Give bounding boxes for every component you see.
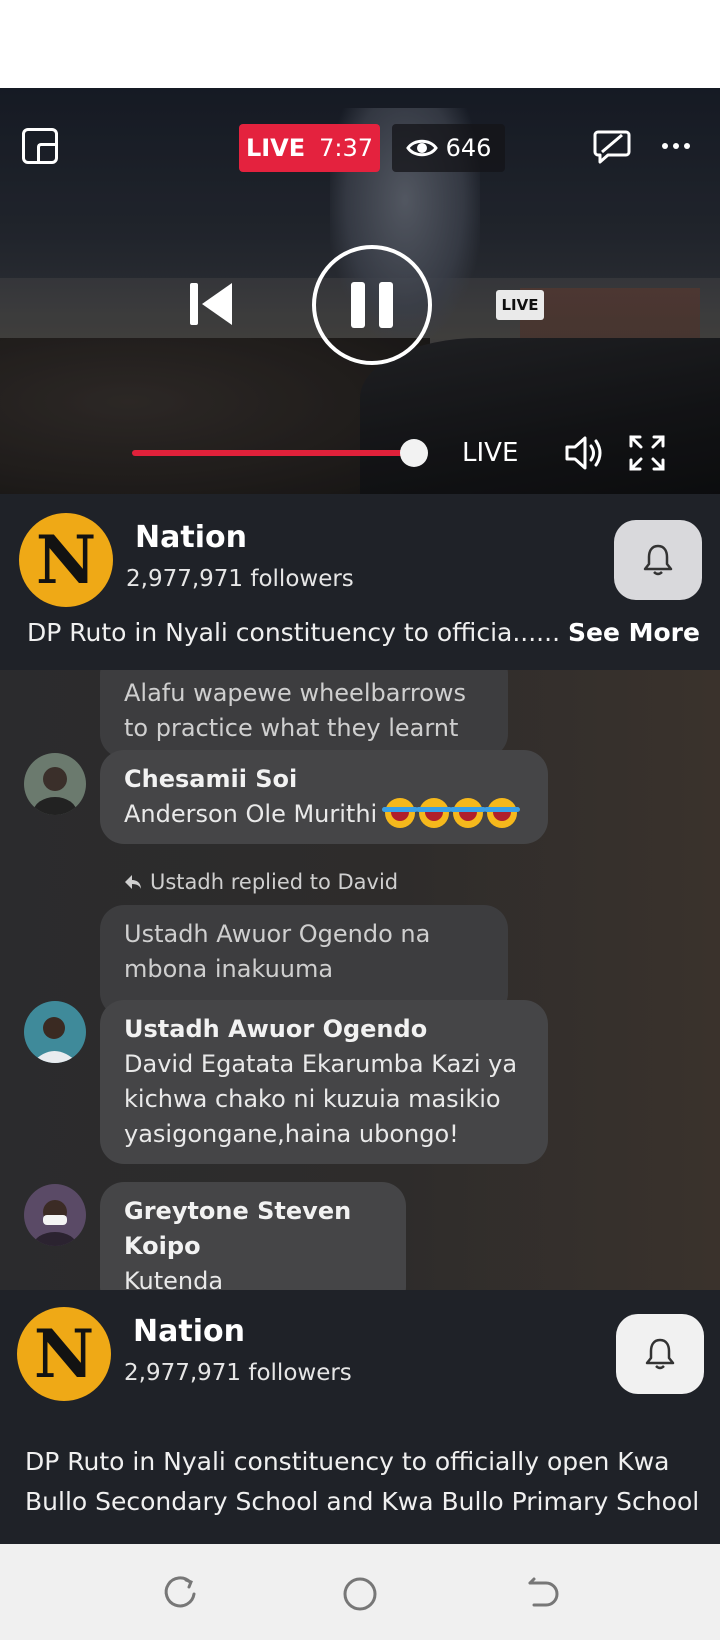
pause-icon-bar (351, 282, 365, 328)
more-options-icon[interactable] (660, 134, 692, 158)
avatar[interactable] (24, 753, 86, 815)
recent-apps-icon[interactable] (160, 1574, 200, 1614)
quoted-comment-text: Ustadh Awuor Ogendo na mbona inakuuma (124, 920, 431, 983)
comment-bubble: Greytone Steven Koipo Kutenda (100, 1182, 406, 1290)
avatar[interactable] (24, 1184, 86, 1246)
description-text: DP Ruto in Nyali constituency to officia… (27, 618, 561, 647)
channel-header: N Nation 2,977,971 followers DP Ruto in … (0, 494, 720, 670)
comment-bubble: Ustadh Awuor Ogendo David Egatata Ekarum… (100, 1000, 548, 1164)
comment-text: Anderson Ole Murithi (124, 800, 378, 828)
previous-icon[interactable] (190, 281, 232, 327)
picture-in-picture-icon[interactable] (22, 128, 58, 164)
back-icon[interactable] (520, 1574, 560, 1614)
reply-note: Ustadh replied to David (124, 870, 398, 894)
channel-name[interactable]: Nation (133, 1314, 245, 1349)
description-truncated: DP Ruto in Nyali constituency to officia… (27, 618, 700, 647)
eye-icon (405, 139, 438, 157)
progress-bar[interactable] (132, 450, 414, 456)
comments-off-icon[interactable] (592, 126, 632, 166)
progress-scrubber[interactable] (400, 439, 428, 467)
volume-icon[interactable] (564, 433, 606, 473)
avatar[interactable] (24, 1001, 86, 1063)
system-nav-bar (0, 1544, 720, 1640)
comment-author[interactable]: Chesamii Soi (124, 762, 524, 797)
comment-text: David Egatata Ekarumba Kazi ya kichwa ch… (124, 1050, 518, 1148)
comment-text: Kutenda (124, 1267, 224, 1290)
video-player[interactable]: LIVE 7:37 646 LIVE LIVE (0, 88, 720, 494)
viewer-count-badge: 646 (392, 124, 505, 172)
comment-author[interactable]: Greytone Steven Koipo (124, 1194, 382, 1264)
comment-bubble: Alafu wapewe wheelbarrows to practice wh… (100, 670, 508, 758)
home-icon[interactable] (340, 1574, 380, 1614)
channel-followers: 2,977,971 followers (124, 1360, 352, 1386)
go-live-tag[interactable]: LIVE (496, 290, 544, 320)
bell-icon (643, 544, 673, 576)
comment-author[interactable]: Ustadh Awuor Ogendo (124, 1012, 524, 1047)
fullscreen-icon[interactable] (628, 434, 666, 472)
channel-name[interactable]: Nation (135, 520, 247, 555)
comment-bubble: Chesamii Soi Anderson Ole Murithi (100, 750, 548, 844)
channel-info-footer: N Nation 2,977,971 followers DP Ruto in … (0, 1290, 720, 1544)
live-badge: LIVE 7:37 (239, 124, 380, 172)
live-label: LIVE (245, 134, 306, 162)
follow-bell-button[interactable] (614, 520, 702, 600)
video-description: DP Ruto in Nyali constituency to officia… (25, 1447, 700, 1516)
channel-logo[interactable]: N (17, 1307, 111, 1401)
comment-text: Alafu wapewe wheelbarrows to practice wh… (124, 679, 467, 742)
live-duration: 7:37 (319, 134, 374, 162)
progress-live-label: LIVE (462, 438, 519, 468)
laugh-emoji-icon (381, 798, 521, 828)
pause-icon-bar (379, 282, 393, 328)
reply-note-text: Ustadh replied to David (150, 870, 399, 894)
follow-bell-button[interactable] (616, 1314, 704, 1394)
see-more-link[interactable]: See More (568, 618, 700, 647)
viewer-count: 646 (445, 134, 492, 162)
pause-button[interactable] (312, 245, 432, 365)
reply-icon (125, 875, 141, 889)
channel-followers: 2,977,971 followers (126, 566, 354, 592)
status-bar-area (0, 0, 720, 88)
channel-logo[interactable]: N (19, 513, 113, 607)
live-comments[interactable]: Alafu wapewe wheelbarrows to practice wh… (0, 670, 720, 1290)
bell-icon (645, 1338, 675, 1370)
